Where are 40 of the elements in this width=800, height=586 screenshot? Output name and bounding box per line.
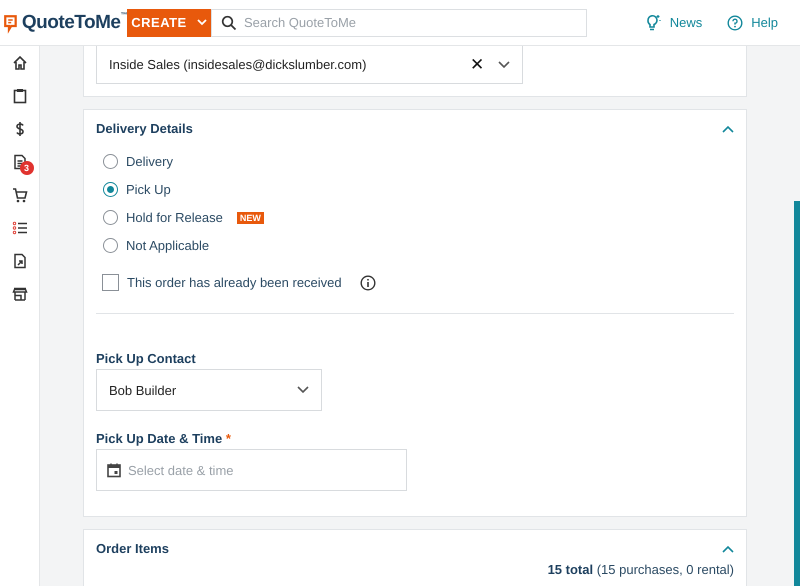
- collapse-icon[interactable]: [722, 544, 734, 552]
- section-title: Order Items: [96, 541, 169, 556]
- home-icon[interactable]: [10, 54, 28, 72]
- contact-select[interactable]: Inside Sales (insidesales@dickslumber.com) ✕: [96, 46, 523, 84]
- search-field[interactable]: Search QuoteToMe: [211, 8, 587, 36]
- radio-button[interactable]: [103, 154, 118, 169]
- radio-label[interactable]: Pick Up: [126, 182, 171, 197]
- radio-button[interactable]: [103, 210, 118, 225]
- help-link[interactable]: Help: [727, 12, 778, 32]
- help-icon: [727, 14, 744, 30]
- scrollbar-thumb[interactable]: [794, 201, 800, 586]
- checkbox-label[interactable]: This order has already been received: [127, 275, 342, 290]
- dropdown-icon[interactable]: [498, 60, 510, 68]
- list-icon[interactable]: [10, 219, 28, 237]
- items-summary: 15 total (15 purchases, 0 rental): [546, 562, 734, 577]
- calendar-icon: [106, 462, 122, 478]
- date-field[interactable]: Select date & time: [96, 449, 407, 491]
- news-link[interactable]: News: [642, 12, 702, 32]
- collapse-icon[interactable]: [722, 124, 734, 132]
- radio-label[interactable]: Delivery: [126, 154, 173, 169]
- field-label: Pick Up Contact: [96, 351, 197, 366]
- create-button[interactable]: CREATE: [127, 8, 211, 36]
- info-icon[interactable]: [360, 274, 376, 290]
- cart-icon[interactable]: [10, 186, 28, 204]
- new-badge: NEW: [236, 212, 264, 224]
- dropdown-icon[interactable]: [297, 386, 309, 394]
- radio-label[interactable]: Not Applicable: [126, 238, 210, 253]
- clear-icon[interactable]: ✕: [470, 54, 484, 75]
- notification-badge: 3: [20, 161, 34, 175]
- clipboard-icon[interactable]: [10, 87, 28, 105]
- radio-button[interactable]: [103, 238, 118, 253]
- store-icon[interactable]: [10, 285, 28, 303]
- checkbox[interactable]: [102, 274, 119, 291]
- section-title: Delivery Details: [96, 121, 193, 136]
- caret-icon: [196, 19, 207, 26]
- search-icon: [221, 14, 237, 30]
- radio-button[interactable]: [103, 182, 118, 197]
- field-label: Pick Up Date & Time *: [96, 431, 232, 446]
- radio-label[interactable]: Hold for Release: [126, 210, 223, 225]
- contact-select[interactable]: Bob Builder: [96, 369, 322, 411]
